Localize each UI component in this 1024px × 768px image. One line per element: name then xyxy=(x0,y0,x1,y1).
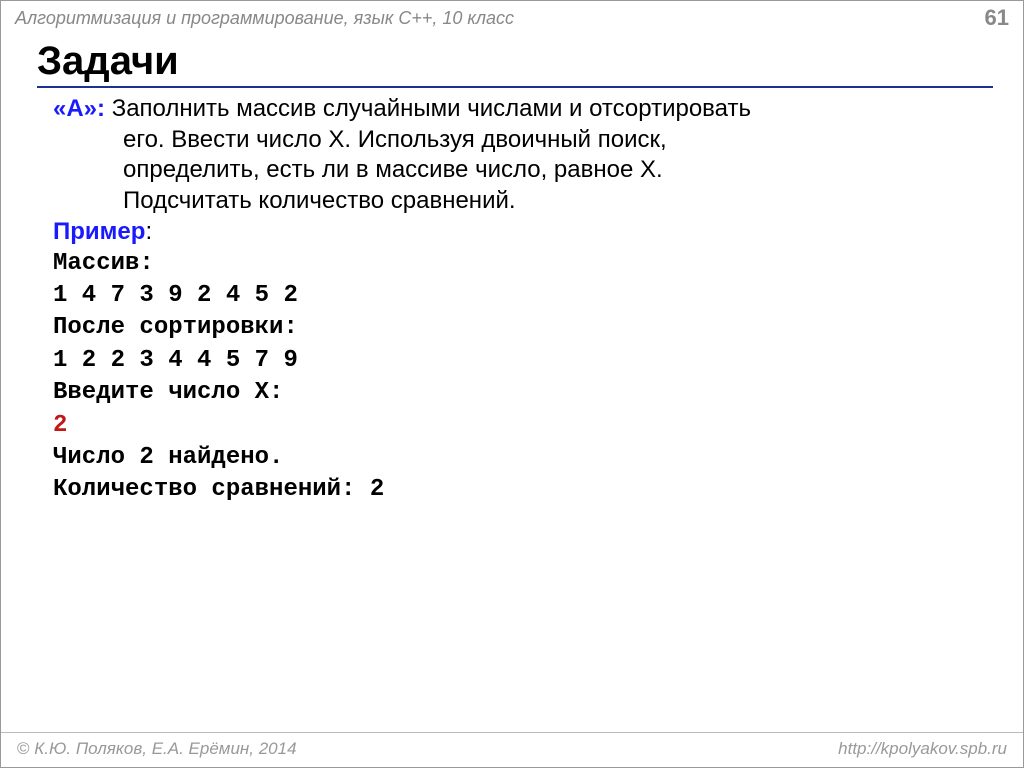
mono-line-1: Массив: xyxy=(53,250,154,277)
task-line2: его. Ввести число X. Используя двоичный … xyxy=(53,125,993,156)
mono-line-7: Число 2 найдено. xyxy=(53,444,283,471)
mono-line-8: Количество сравнений: 2 xyxy=(53,476,384,503)
mono-line-2: 1 4 7 3 9 2 4 5 2 xyxy=(53,282,298,309)
content: «A»: Заполнить массив случайными числами… xyxy=(1,94,1023,507)
footer-authors: К.Ю. Поляков, Е.А. Ерёмин, 2014 xyxy=(30,739,297,758)
example-output: Массив: 1 4 7 3 9 2 4 5 2 После сортиров… xyxy=(53,248,993,507)
slide-header: Алгоритмизация и программирование, язык … xyxy=(1,1,1023,33)
example-colon: : xyxy=(145,218,152,245)
mono-line-4: 1 2 2 3 4 4 5 7 9 xyxy=(53,347,298,374)
course-title: Алгоритмизация и программирование, язык … xyxy=(15,8,514,29)
task-label: «A»: xyxy=(53,95,105,122)
mono-line-3: После сортировки: xyxy=(53,314,298,341)
footer-copyright: © К.Ю. Поляков, Е.А. Ерёмин, 2014 xyxy=(17,739,297,759)
slide-title: Задачи xyxy=(37,39,993,84)
mono-line-6-input: 2 xyxy=(53,412,67,439)
task-line4: Подсчитать количество сравнений. xyxy=(53,186,993,217)
title-rule xyxy=(37,86,993,88)
task-line1: Заполнить массив случайными числами и от… xyxy=(105,95,751,122)
page-number: 61 xyxy=(985,5,1009,31)
slide: Алгоритмизация и программирование, язык … xyxy=(0,0,1024,768)
mono-line-5: Введите число X: xyxy=(53,379,283,406)
example-label: Пример xyxy=(53,218,145,245)
title-block: Задачи xyxy=(1,39,1023,88)
task-line3: определить, есть ли в массиве число, рав… xyxy=(53,155,993,186)
copyright-icon: © xyxy=(17,739,30,758)
footer-url: http://kpolyakov.spb.ru xyxy=(838,739,1007,759)
task-a: «A»: Заполнить массив случайными числами… xyxy=(53,94,993,217)
example-heading: Пример: xyxy=(53,217,993,248)
slide-footer: © К.Ю. Поляков, Е.А. Ерёмин, 2014 http:/… xyxy=(1,732,1023,767)
